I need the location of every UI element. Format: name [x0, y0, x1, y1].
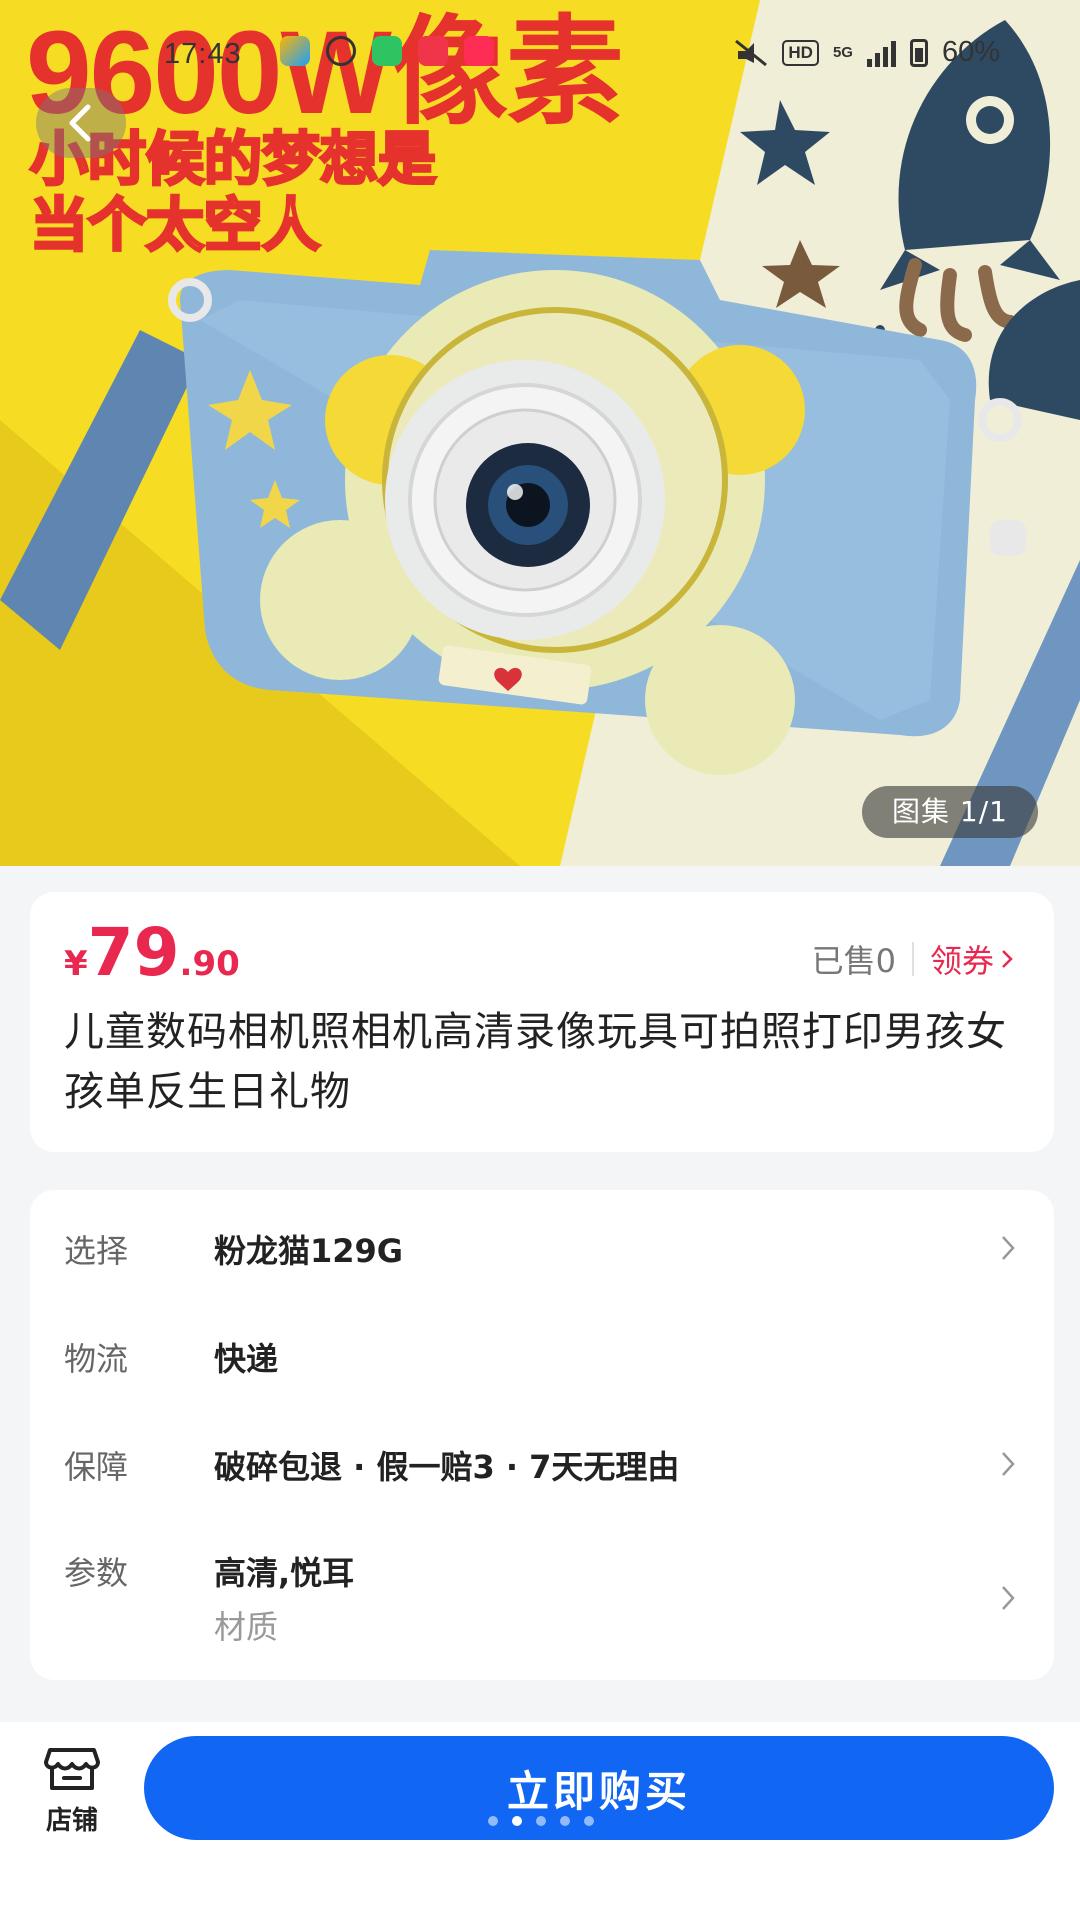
page-dot	[560, 1816, 570, 1826]
back-arrow-icon	[69, 104, 91, 142]
mute-icon	[735, 39, 768, 66]
product-image-gallery[interactable]: 9600W像素 小时候的梦想是 当个太空人 17:43 HD 5G 60% 图集…	[0, 0, 1080, 866]
status-bar: 17:43 HD 5G 60%	[0, 30, 1080, 80]
sold-count: 已售0	[811, 942, 896, 980]
spec-label: 参数	[64, 1554, 129, 1592]
app-notification-icon	[280, 36, 310, 66]
page-dot	[584, 1816, 594, 1826]
buy-now-label: 立即购买	[506, 1766, 691, 1816]
store-button[interactable]: 店铺	[36, 1746, 108, 1837]
chat-notification-icon	[372, 36, 402, 66]
spec-row-select[interactable]: 选择 粉龙猫129G	[30, 1226, 1054, 1306]
spec-value: 破碎包退 · 假一赔3 · 7天无理由	[214, 1448, 680, 1486]
gallery-counter[interactable]: 图集 1/1	[862, 786, 1038, 838]
sold-coupon-row: 已售0 领券	[812, 936, 1014, 982]
spec-row-guarantee[interactable]: 保障 破碎包退 · 假一赔3 · 7天无理由	[30, 1442, 1054, 1522]
store-label: 店铺	[45, 1806, 98, 1836]
battery-icon	[909, 38, 928, 67]
network-label: 5G	[832, 44, 853, 61]
price-decimal: .90	[179, 944, 240, 984]
page-dot-active	[512, 1816, 522, 1826]
price-integer: 79	[87, 914, 180, 991]
spec-label: 物流	[64, 1340, 129, 1378]
spec-card: 选择 粉龙猫129G 物流 快递 保障 破碎包退 · 假一赔3 · 7天无理由 …	[30, 1190, 1054, 1680]
notification-icons	[280, 36, 494, 66]
price: ¥79.90	[64, 914, 240, 991]
buy-now-button[interactable]: 立即购买	[144, 1736, 1054, 1840]
price-currency: ¥	[64, 944, 88, 984]
spec-row-params[interactable]: 参数 高清,悦耳 材质	[30, 1548, 1054, 1658]
chevron-right-icon	[1002, 1586, 1015, 1610]
product-title: 儿童数码相机照相机高清录像玩具可拍照打印男孩女孩单反生日礼物	[64, 1009, 1007, 1115]
spec-label: 保障	[64, 1448, 129, 1486]
price-card: ¥79.90 已售0 领券 儿童数码相机照相机高清录像玩具可拍照打印男孩女孩单反…	[30, 892, 1054, 1152]
spec-value: 粉龙猫129G	[214, 1232, 404, 1270]
spec-sub-value: 材质	[214, 1608, 279, 1646]
chevron-right-icon	[1002, 1236, 1015, 1260]
page-dot	[536, 1816, 546, 1826]
hd-badge: HD	[782, 39, 819, 66]
coupon-label: 领券	[929, 942, 994, 980]
divider	[911, 942, 914, 976]
page-indicator	[488, 1816, 594, 1826]
video-notification-icon	[418, 36, 448, 66]
hero-tagline-line2: 当个太空人	[28, 191, 321, 259]
battery-level: 60%	[941, 36, 1000, 68]
store-icon	[44, 1748, 100, 1790]
back-button[interactable]	[36, 88, 126, 158]
coupon-link[interactable]: 领券	[930, 936, 1014, 982]
page-dot	[488, 1816, 498, 1826]
status-time: 17:43	[164, 38, 242, 70]
spec-label: 选择	[64, 1232, 129, 1270]
music-notification-icon	[464, 36, 494, 66]
spec-value: 快递	[214, 1340, 279, 1378]
chevron-right-icon	[1002, 1452, 1015, 1476]
spec-value: 高清,悦耳	[214, 1554, 355, 1592]
signal-icon	[866, 39, 896, 67]
bottom-action-bar: 店铺 立即购买	[0, 1722, 1080, 1920]
chevron-right-icon	[1002, 950, 1013, 968]
system-indicators: HD 5G 60%	[734, 36, 1000, 69]
cloud-notification-icon	[326, 36, 356, 66]
spec-row-logistics: 物流 快递	[30, 1334, 1054, 1394]
